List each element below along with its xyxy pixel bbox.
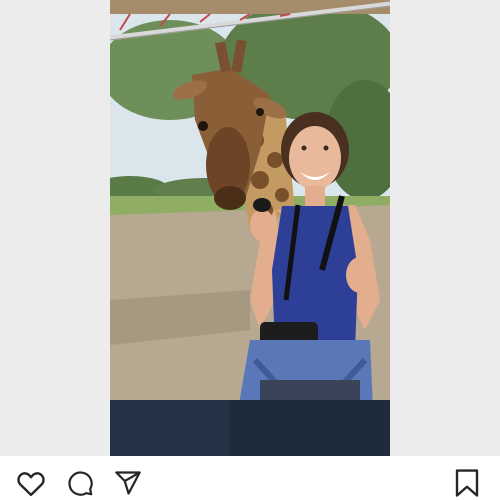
- heart-icon: [17, 472, 45, 497]
- share-button[interactable]: [111, 468, 145, 498]
- photo-illustration: [110, 0, 390, 456]
- post-action-bar: [0, 456, 500, 500]
- comment-button[interactable]: [63, 468, 97, 498]
- send-icon: [115, 471, 141, 495]
- comment-icon: [68, 471, 93, 496]
- post-frame: [0, 0, 500, 500]
- bookmark-icon: [455, 469, 479, 497]
- post-photo[interactable]: [110, 0, 390, 456]
- save-button[interactable]: [450, 468, 484, 498]
- like-button[interactable]: [14, 468, 48, 498]
